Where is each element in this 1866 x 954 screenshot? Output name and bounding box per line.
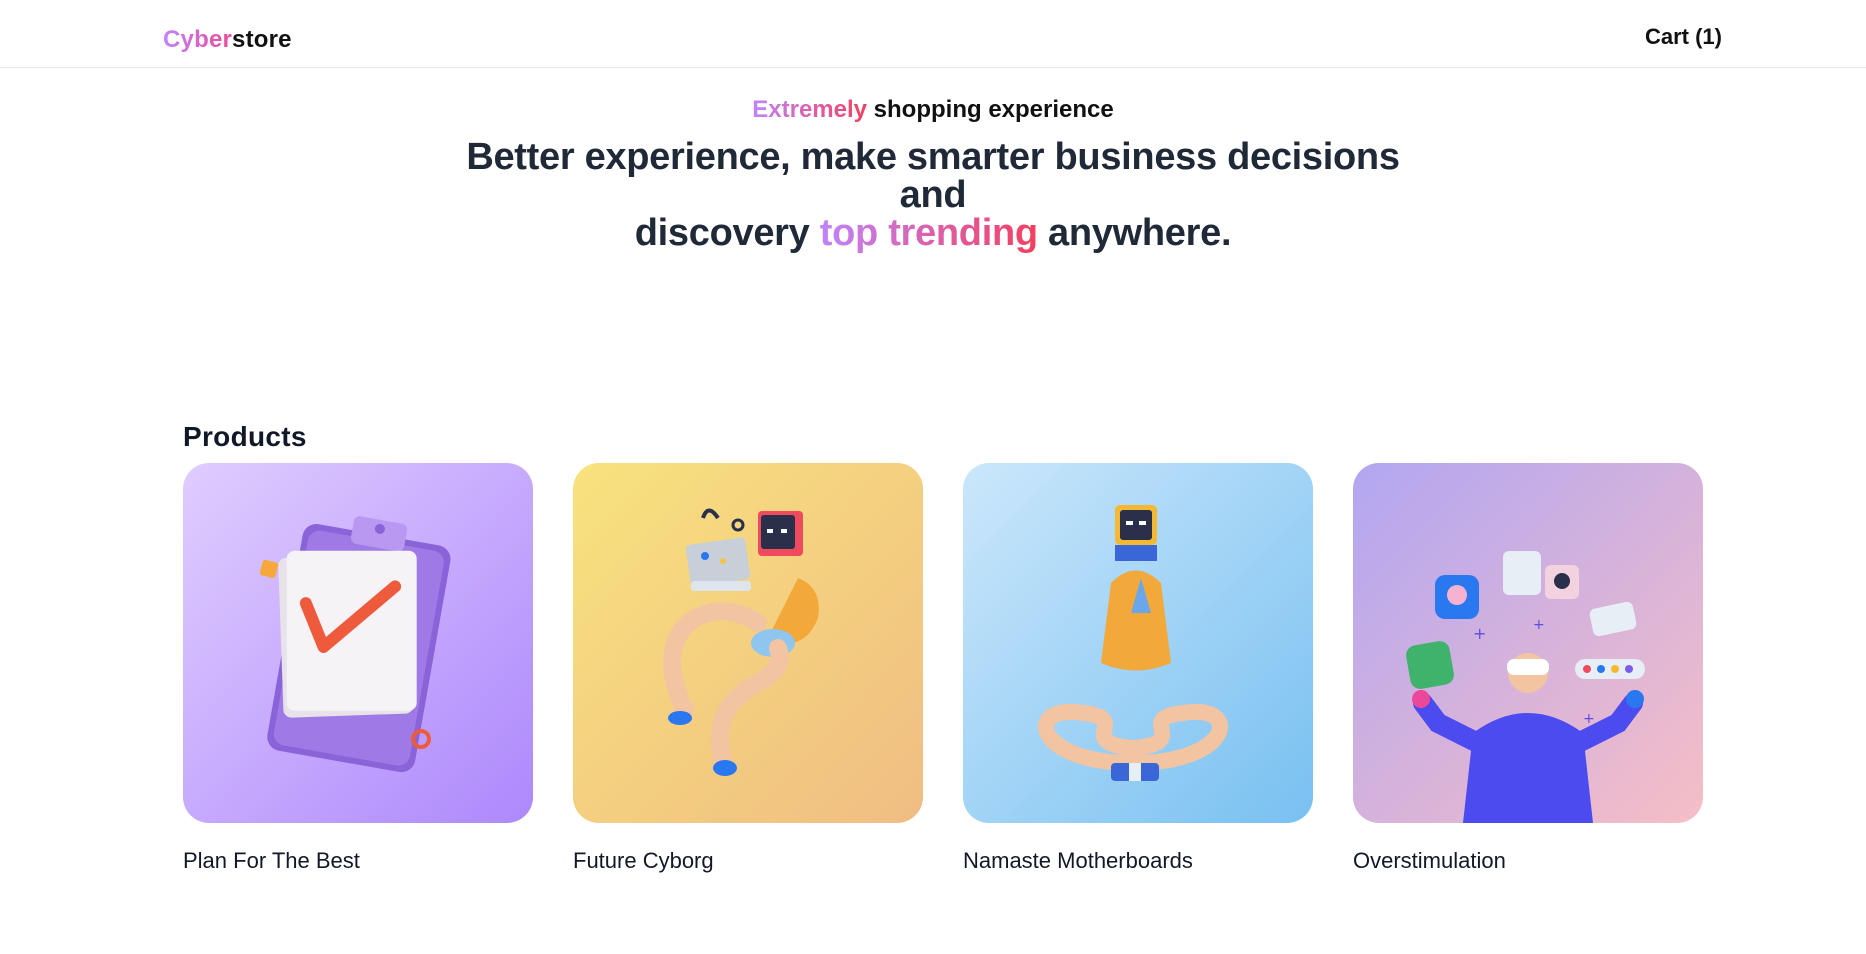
hero-title: Better experience, make smarter business… <box>443 138 1423 252</box>
vr-person-with-apps-illustration: + + + <box>1353 463 1703 823</box>
meditating-robot-illustration <box>963 463 1313 823</box>
hero-eyebrow-text: shopping experience <box>867 96 1114 123</box>
products-heading: Products <box>183 421 307 453</box>
svg-text:+: + <box>1473 624 1486 643</box>
product-card-overstimulation[interactable]: + + + Overstimulation <box>1353 463 1703 874</box>
product-card-future-cyborg[interactable]: Future Cyborg <box>573 463 923 874</box>
product-card-namaste-motherboards[interactable]: Namaste Motherboards <box>963 463 1313 874</box>
product-title[interactable]: Future Cyborg <box>573 848 923 874</box>
clipboard-checkmark-illustration <box>183 463 533 823</box>
hero-title-line2-end: anywhere. <box>1037 212 1232 254</box>
product-card-plan-for-the-best[interactable]: Plan For The Best <box>183 463 533 874</box>
product-image[interactable]: + + + <box>1353 463 1703 823</box>
hero-title-line2-start: discovery <box>634 212 820 254</box>
product-image[interactable] <box>963 463 1313 823</box>
product-title[interactable]: Namaste Motherboards <box>963 848 1313 874</box>
product-image[interactable] <box>573 463 923 823</box>
hero-eyebrow-highlight: Extremely <box>752 96 867 123</box>
hero-title-line1: Better experience, make smarter business… <box>466 136 1400 216</box>
product-grid: Plan For The Best Future Cyborg Namaste … <box>183 463 1703 883</box>
product-image[interactable] <box>183 463 533 823</box>
logo-text-cyber: Cyber <box>163 26 233 53</box>
top-navbar: Cyberstore Cart (1) <box>0 0 1866 68</box>
product-title[interactable]: Overstimulation <box>1353 848 1703 874</box>
cyborg-with-laptop-illustration <box>573 463 923 823</box>
hero-eyebrow: Extremely shopping experience <box>0 96 1866 124</box>
hero-section: Extremely shopping experience Better exp… <box>0 96 1866 252</box>
product-title[interactable]: Plan For The Best <box>183 848 533 874</box>
cart-link[interactable]: Cart (1) <box>1645 24 1722 50</box>
store-logo[interactable]: Cyberstore <box>163 26 292 54</box>
svg-text:+: + <box>1583 711 1595 727</box>
logo-text-store: store <box>232 26 292 53</box>
svg-text:+: + <box>1533 617 1545 633</box>
hero-title-highlight: top trending <box>819 212 1038 254</box>
